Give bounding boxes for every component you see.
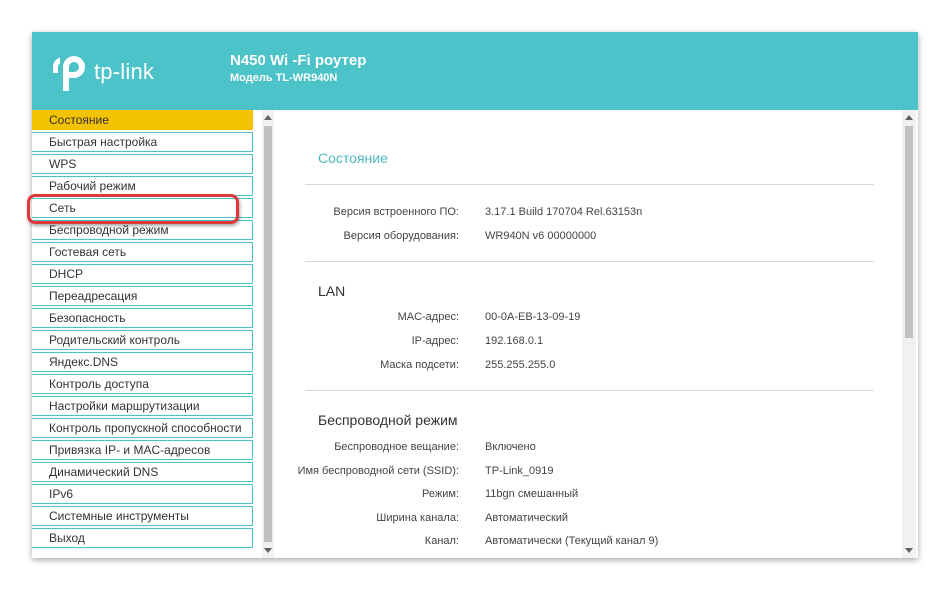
header-bar: tp-link N450 Wi -Fi роутер Модель TL-WR9…: [32, 32, 918, 110]
divider: [305, 184, 874, 185]
product-title: N450 Wi -Fi роутер: [230, 52, 367, 69]
sidebar-scrollbar[interactable]: [262, 110, 274, 558]
ip-address-label: IP-адрес:: [411, 335, 459, 347]
hardware-version-label: Версия оборудования:: [343, 230, 460, 242]
scroll-up-arrow-icon[interactable]: [264, 115, 272, 120]
mode-label: Режим:: [422, 488, 459, 500]
scroll-down-arrow-icon[interactable]: [905, 548, 913, 553]
sidebar-item-forwarding[interactable]: Переадресация: [32, 286, 253, 306]
scroll-down-arrow-icon[interactable]: [264, 548, 272, 553]
scroll-up-arrow-icon[interactable]: [905, 115, 913, 120]
channel-value: Автоматически (Текущий канал 9): [485, 535, 659, 547]
hardware-version-value: WR940N v6 00000000: [485, 230, 597, 242]
channel-label: Канал:: [424, 535, 459, 547]
tp-link-logo-icon: [53, 56, 85, 91]
sidebar-item-security[interactable]: Безопасность: [32, 308, 253, 328]
wireless-broadcast-label: Беспроводное вещание:: [334, 441, 459, 453]
sidebar-item-operation-mode[interactable]: Рабочий режим: [32, 176, 253, 196]
sidebar-item-guest-network[interactable]: Гостевая сеть: [32, 242, 253, 262]
mode-value: 11bgn смешанный: [485, 488, 579, 500]
sidebar-item-status[interactable]: Состояние: [32, 110, 253, 130]
sidebar-item-ipv6[interactable]: IPv6: [32, 484, 253, 504]
mac-address-value: 00-0A-EB-13-09-19: [485, 311, 581, 323]
section-title-wireless: Беспроводной режим: [318, 412, 458, 428]
subnet-mask-value: 255.255.255.0: [485, 359, 556, 371]
sidebar-item-access-control[interactable]: Контроль доступа: [32, 374, 253, 394]
sidebar-item-parental-control[interactable]: Родительский контроль: [32, 330, 253, 350]
content-scrollbar[interactable]: [902, 110, 916, 558]
sidebar-item-dhcp[interactable]: DHCP: [32, 264, 253, 284]
divider: [305, 261, 874, 262]
section-title-lan: LAN: [318, 283, 346, 299]
ip-address-value: 192.168.0.1: [485, 335, 544, 347]
product-model: Модель TL-WR940N: [230, 72, 338, 84]
subnet-mask-label: Маска подсети:: [380, 359, 459, 371]
sidebar-item-yandex-dns[interactable]: Яндекс.DNS: [32, 352, 253, 372]
sidebar-item-ip-mac-binding[interactable]: Привязка IP- и MAC-адресов: [32, 440, 253, 460]
logo-text: tp-link: [94, 59, 155, 84]
sidebar-item-system-tools[interactable]: Системные инструменты: [32, 506, 253, 526]
sidebar-item-bandwidth-control[interactable]: Контроль пропускной способности: [32, 418, 253, 438]
ssid-label: Имя беспроводной сети (SSID):: [297, 465, 459, 477]
firmware-version-value: 3.17.1 Build 170704 Rel.63153n: [485, 206, 643, 218]
sidebar-item-routing[interactable]: Настройки маршрутизации: [32, 396, 253, 416]
channel-width-label: Ширина канала:: [376, 512, 459, 524]
network-menu-highlight: [27, 194, 239, 224]
wireless-broadcast-value: Включено: [485, 441, 536, 453]
sidebar-item-logout[interactable]: Выход: [32, 528, 253, 548]
firmware-version-label: Версия встроенного ПО:: [333, 206, 459, 218]
ssid-value: TP-Link_0919: [485, 465, 554, 477]
mac-address-label: MAC-адрес:: [397, 311, 459, 323]
sidebar-item-wps[interactable]: WPS: [32, 154, 253, 174]
router-admin-window: tp-link N450 Wi -Fi роутер Модель TL-WR9…: [32, 32, 918, 558]
section-title-status: Состояние: [318, 150, 388, 166]
product-info: N450 Wi -Fi роутер Модель TL-WR940N: [230, 52, 366, 86]
scrollbar-thumb[interactable]: [264, 126, 272, 542]
scrollbar-thumb[interactable]: [905, 126, 913, 338]
sidebar-item-dynamic-dns[interactable]: Динамический DNS: [32, 462, 253, 482]
divider: [305, 390, 874, 391]
sidebar-menu: Состояние Быстрая настройка WPS Рабочий …: [32, 110, 258, 558]
channel-width-value: Автоматический: [485, 512, 569, 524]
sidebar-item-quick-setup[interactable]: Быстрая настройка: [32, 132, 253, 152]
tp-link-logo: tp-link: [50, 51, 154, 93]
main-content: Состояние Версия встроенного ПО: 3.17.1 …: [276, 110, 902, 558]
